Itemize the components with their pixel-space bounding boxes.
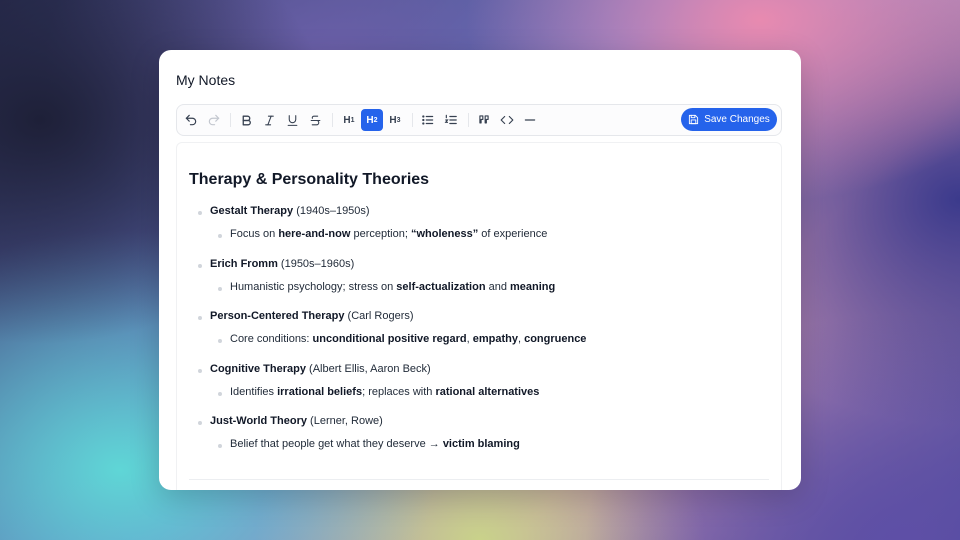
heading-1-level: 1 [350, 116, 355, 124]
list-item: Person-Centered Therapy (Carl Rogers) Cor… [197, 308, 767, 361]
heading-3-level: 3 [396, 116, 401, 124]
toolbar-divider [230, 113, 231, 127]
divider [189, 479, 769, 480]
bullet-list-icon [422, 115, 434, 125]
strikethrough-button[interactable] [304, 109, 326, 131]
save-icon [689, 114, 699, 125]
ordered-list-button[interactable] [440, 109, 462, 131]
redo-button[interactable] [203, 109, 225, 131]
underline-button[interactable] [281, 109, 303, 131]
bullet-dot [198, 368, 202, 373]
detail-bold-text: meaning [510, 280, 556, 293]
heading-2-button[interactable]: H2 [361, 109, 383, 131]
list-item-heading: Cognitive Therapy (Albert Ellis, Aaron B… [197, 363, 431, 375]
undo-button[interactable] [180, 109, 202, 131]
editor-toolbar: H1 H2 H3 Save Changes [176, 104, 782, 136]
quote-icon [479, 115, 489, 124]
detail-bold-text: empathy [472, 333, 518, 345]
list-item: Just-World Theory (Lerner, Rowe) Belief t… [197, 413, 767, 466]
bold-button[interactable] [235, 109, 257, 131]
document-list: Gestalt Therapy (1940s–1950s) Focus on he… [197, 203, 767, 466]
detail-text: Humanistic psychology; stress on [230, 280, 397, 293]
toolbar-divider [412, 113, 413, 127]
list-item-detail: Humanistic psychology; stress on self-ac… [197, 281, 555, 293]
detail-bold-text: irrational beliefs [277, 385, 363, 398]
item-heading-note: (Albert Ellis, Aaron Beck) [305, 362, 431, 375]
detail-bold-text: here-and-now [278, 228, 351, 240]
detail-text: and [485, 280, 511, 293]
list-item-detail: Core conditions: unconditional positive … [197, 333, 586, 345]
detail-text: Belief that people get what they deserve… [230, 438, 443, 450]
bullet-dot [218, 444, 222, 448]
list-item-heading: Just-World Theory (Lerner, Rowe) [197, 415, 383, 427]
detail-text: Identifies [230, 385, 278, 398]
page-title: My Notes [176, 72, 236, 88]
bullet-list-button[interactable] [417, 109, 439, 131]
detail-bold-text: unconditional positive regard [312, 333, 467, 345]
detail-text: perception; [350, 228, 411, 240]
document-title: Therapy & Personality Theories [189, 171, 430, 188]
undo-icon [185, 114, 197, 126]
underline-icon [287, 114, 297, 126]
heading-1-button[interactable]: H1 [338, 109, 360, 131]
heading-3-label: H [389, 114, 397, 126]
list-item: Erich Fromm (1950s–1960s) Humanistic psyc… [197, 256, 767, 309]
list-item-detail: Identifies irrational beliefs; replaces … [197, 386, 539, 398]
item-heading-bold: Erich Fromm [210, 257, 278, 270]
detail-bold-text: “wholeness” [410, 228, 479, 240]
item-heading-bold: Gestalt Therapy [210, 205, 294, 217]
list-item: Cognitive Therapy (Albert Ellis, Aaron B… [197, 361, 767, 414]
bullet-dot [218, 286, 222, 291]
heading-1-label: H [343, 114, 351, 126]
list-item: Gestalt Therapy (1940s–1950s) Focus on he… [197, 203, 767, 256]
item-heading-note: (1950s–1960s) [277, 257, 355, 270]
heading-2-level: 2 [373, 116, 378, 124]
list-item-heading: Gestalt Therapy (1940s–1950s) [197, 205, 370, 217]
editor-content[interactable]: Therapy & Personality Theories Gestalt T… [176, 142, 782, 490]
detail-bold-text: victim blaming [442, 438, 520, 450]
save-changes-button[interactable]: Save Changes [681, 108, 777, 131]
italic-icon [264, 115, 274, 125]
toolbar-divider [332, 113, 333, 127]
list-item-heading: Erich Fromm (1950s–1960s) [197, 258, 354, 270]
item-heading-bold: Just-World Theory [210, 415, 307, 427]
strikethrough-icon [310, 115, 320, 125]
item-heading-bold: Person-Centered Therapy [210, 310, 345, 322]
bullet-dot [218, 339, 222, 343]
italic-button[interactable] [258, 109, 280, 131]
bullet-dot [198, 211, 202, 215]
list-item-heading: Person-Centered Therapy (Carl Rogers) [197, 310, 414, 322]
list-item-detail: Focus on here-and-now perception; “whole… [197, 228, 547, 240]
bullet-dot [198, 263, 202, 268]
detail-text: of experience [478, 228, 548, 240]
bullet-dot [218, 234, 222, 238]
bullet-dot [198, 421, 202, 425]
blockquote-button[interactable] [473, 109, 495, 131]
item-heading-note: (Carl Rogers) [344, 310, 414, 322]
detail-bold-text: congruence [524, 333, 587, 345]
notes-card: My Notes H1 H2 H3 Save Changes Therapy &… [159, 50, 801, 490]
bold-icon [242, 115, 251, 125]
detail-text: Core conditions: [230, 333, 313, 345]
bullet-dot [198, 316, 202, 320]
horizontal-rule-icon [524, 119, 536, 121]
ordered-list-icon [444, 114, 457, 125]
item-heading-bold: Cognitive Therapy [210, 362, 306, 375]
item-heading-note: (Lerner, Rowe) [306, 415, 383, 427]
code-icon [500, 115, 514, 125]
item-heading-note: (1940s–1950s) [293, 205, 370, 217]
heading-2-label: H [366, 114, 374, 126]
horizontal-rule-button[interactable] [519, 109, 541, 131]
detail-text: Focus on [230, 228, 279, 240]
list-item-detail: Belief that people get what they deserve… [197, 438, 520, 450]
toolbar-divider [468, 113, 469, 127]
detail-bold-text: rational alternatives [435, 385, 540, 398]
detail-bold-text: self-actualization [396, 280, 486, 293]
bullet-dot [218, 391, 222, 396]
heading-3-button[interactable]: H3 [384, 109, 406, 131]
detail-text: ; replaces with [362, 385, 436, 398]
save-button-label: Save Changes [704, 114, 770, 125]
redo-icon [208, 114, 220, 126]
code-button[interactable] [496, 109, 518, 131]
